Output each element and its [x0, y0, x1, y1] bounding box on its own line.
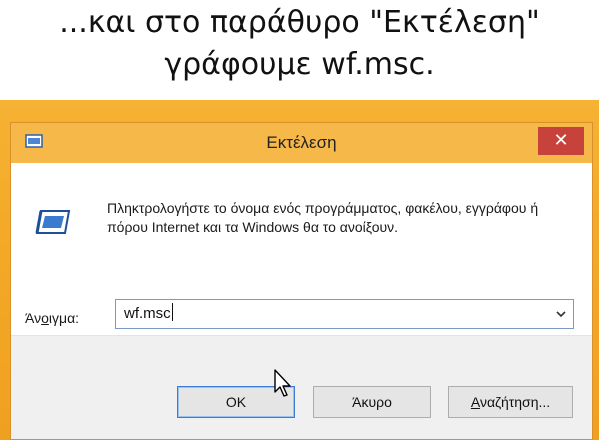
mouse-pointer-icon — [274, 369, 291, 397]
open-input-text[interactable]: wf.msc — [124, 300, 173, 328]
open-combobox[interactable]: wf.msc — [115, 299, 574, 329]
caption-line-2: γράφουμε wf.msc. — [164, 47, 435, 82]
caption-line-1: ...και στο παράθυρο "Εκτέλεση" — [59, 5, 540, 40]
text-caret — [171, 303, 173, 321]
dialog-title: Εκτέλεση — [266, 133, 337, 152]
dialog-body: Πληκτρολογήστε το όνομα ενός προγράμματο… — [11, 163, 592, 439]
run-dialog: Εκτέλεση ✕ Πληκτρολογήστε το όνομα ενός … — [10, 122, 593, 440]
open-label-suffix: ιγμα: — [48, 310, 80, 326]
open-label-prefix: Άν — [25, 310, 42, 326]
dialog-description: Πληκτρολογήστε το όνομα ενός προγράμματο… — [107, 200, 539, 235]
run-app-icon — [35, 210, 71, 234]
open-input-value: wf.msc — [124, 305, 171, 322]
slide: ...και στο παράθυρο "Εκτέλεση" γράφουμε … — [0, 0, 599, 440]
browse-button[interactable]: Αναζήτηση... — [448, 386, 573, 418]
chevron-down-icon[interactable] — [555, 308, 567, 320]
browse-label: ναζήτηση... — [479, 394, 551, 410]
button-bar: OK Άκυρο Αναζήτηση... — [11, 335, 592, 439]
cancel-button[interactable]: Άκυρο — [313, 386, 431, 418]
open-label-accelerator: ο — [41, 310, 49, 326]
browse-accelerator: Α — [470, 394, 480, 410]
close-button[interactable]: ✕ — [538, 127, 584, 155]
open-label: Άνοιγμα: — [25, 310, 79, 326]
title-bar[interactable]: Εκτέλεση ✕ — [11, 123, 592, 163]
close-icon: ✕ — [553, 130, 569, 151]
